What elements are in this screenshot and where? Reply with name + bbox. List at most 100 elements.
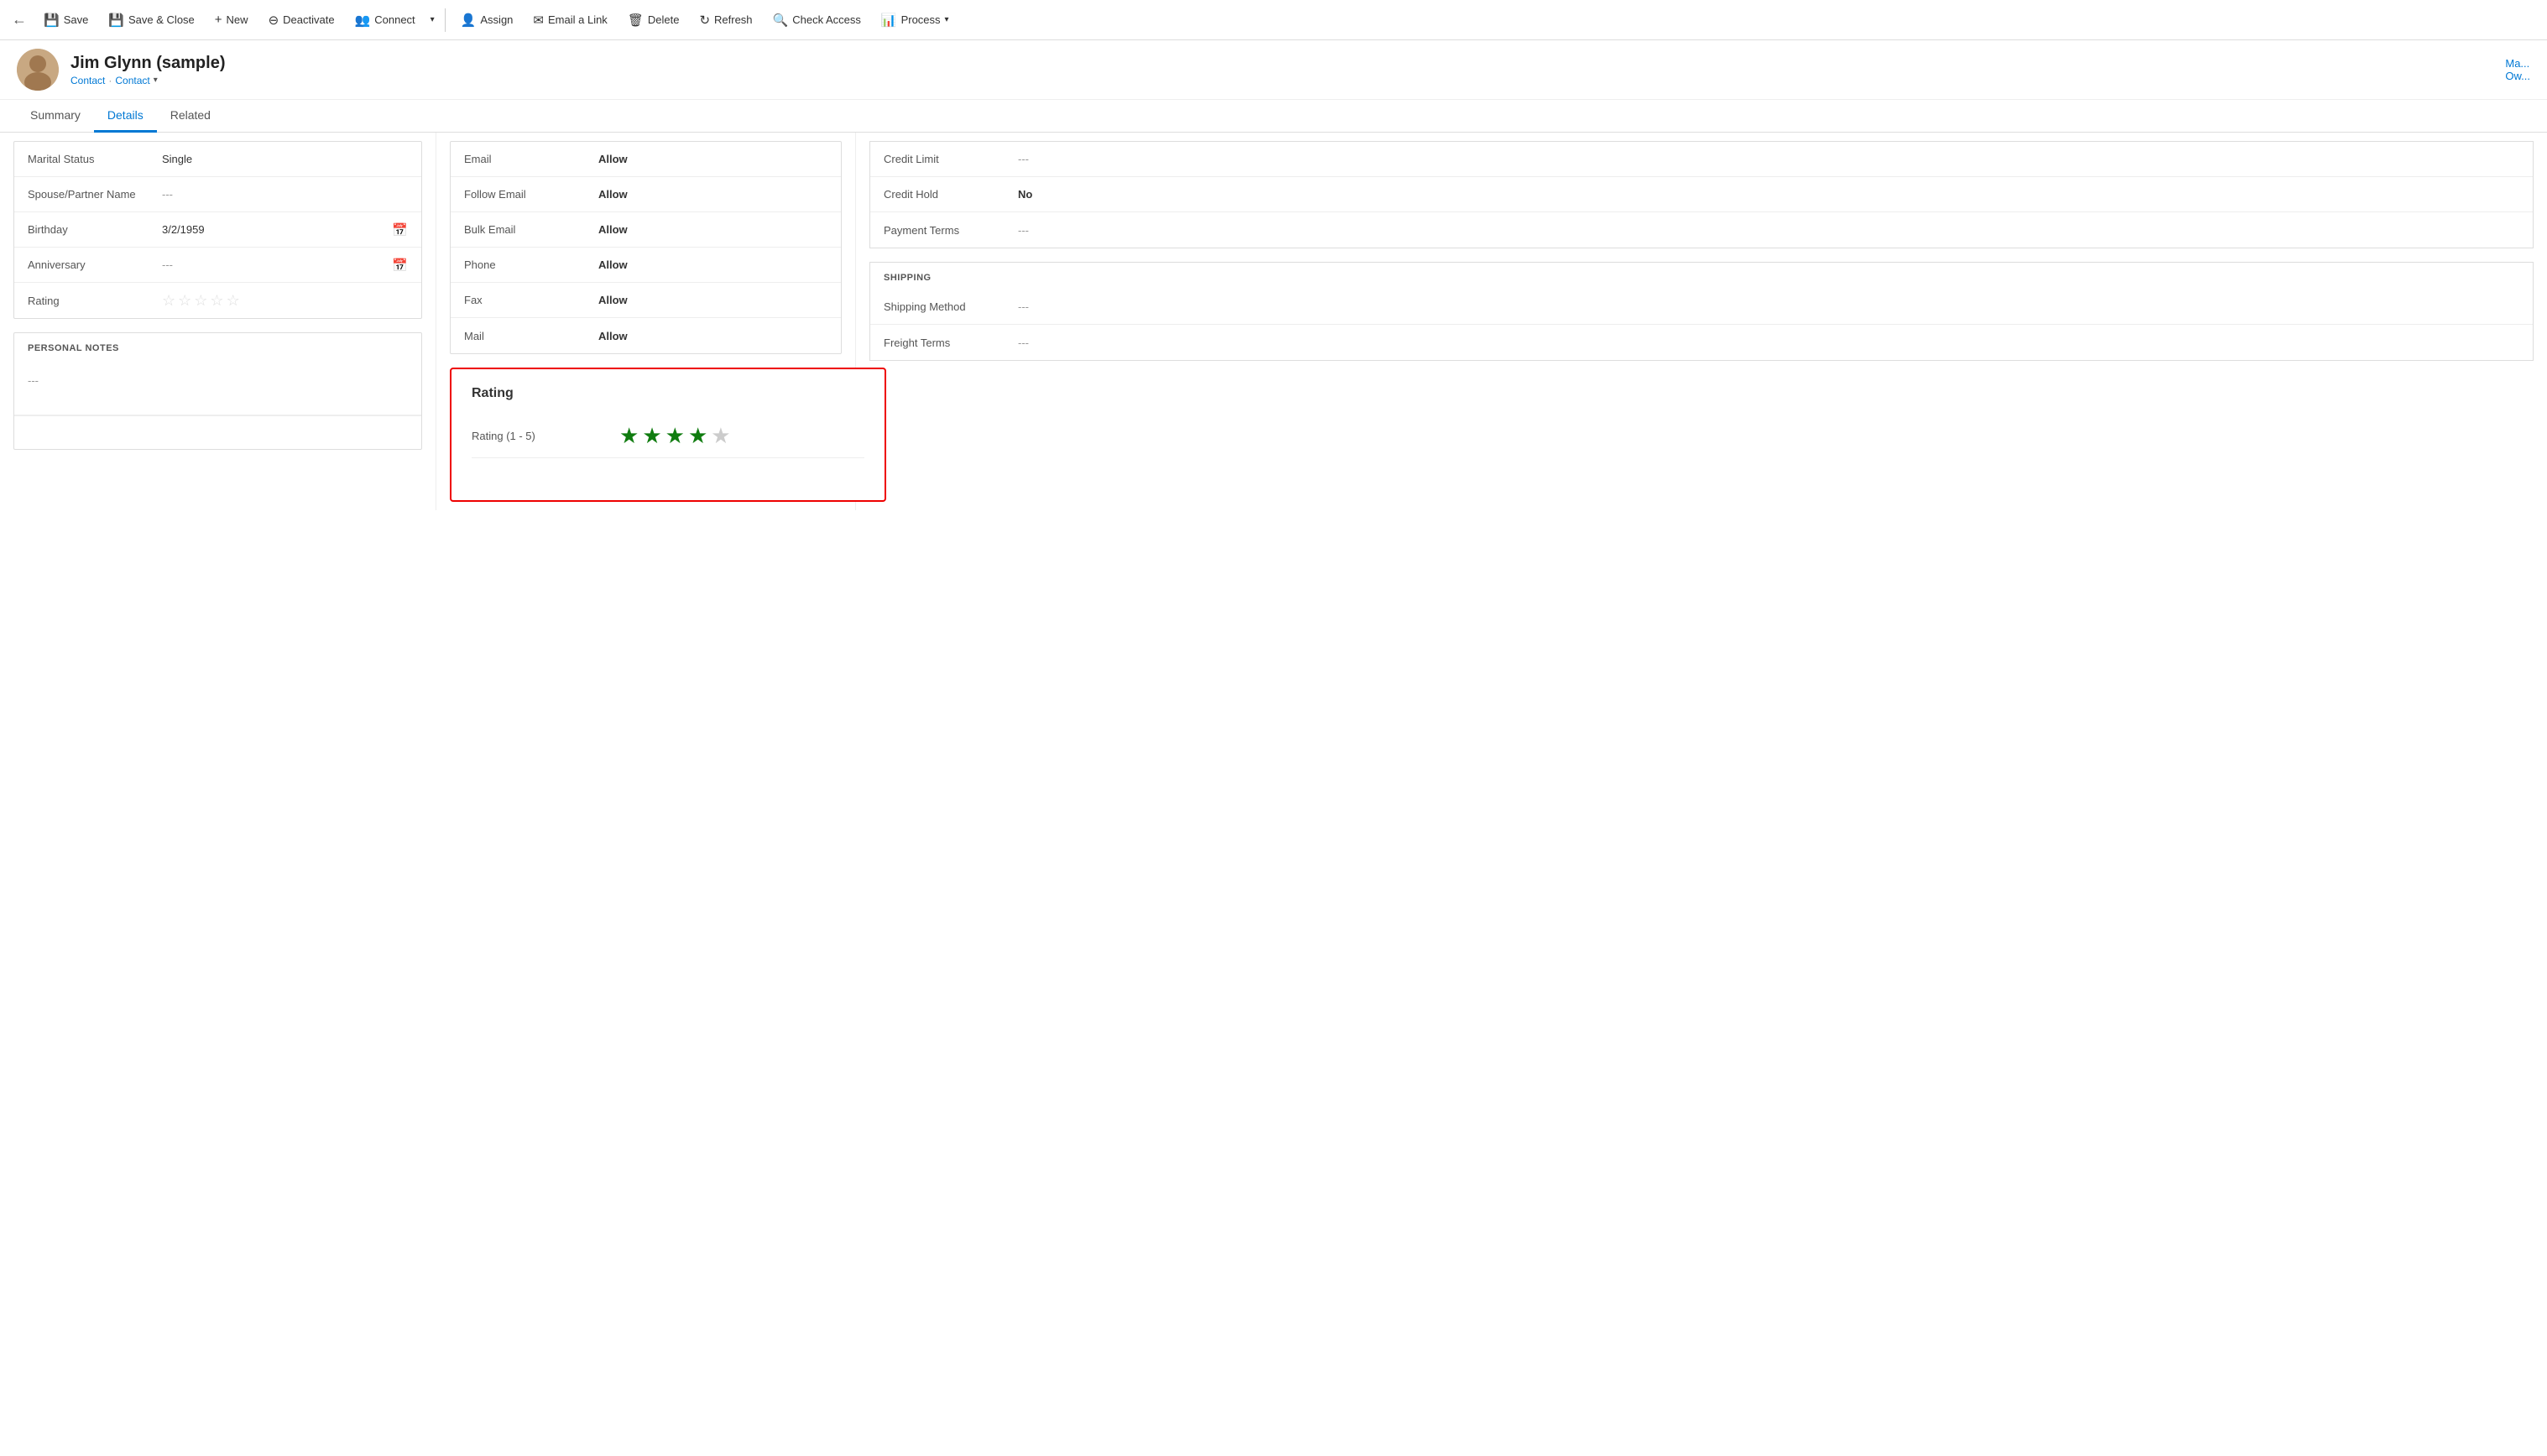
popup-star-5: ★ (711, 423, 730, 449)
check-access-button[interactable]: 🔍 Check Access (765, 8, 869, 33)
right-column: Credit Limit --- Credit Hold No Payment … (856, 133, 2547, 510)
birthday-row: Birthday 3/2/1959 📅 (14, 212, 421, 248)
toolbar-separator (445, 8, 446, 32)
record-name: Jim Glynn (sample) (70, 54, 226, 73)
fax-row: Fax Allow (451, 283, 841, 318)
bulk-email-label: Bulk Email (464, 223, 598, 236)
shipping-method-value[interactable]: --- (1018, 300, 2519, 313)
popup-star-4: ★ (688, 423, 707, 449)
save-icon: 💾 (44, 13, 60, 28)
credit-hold-row: Credit Hold No (870, 177, 2533, 212)
credit-hold-value[interactable]: No (1018, 188, 2519, 201)
star-3: ☆ (194, 292, 207, 310)
shipping-method-row: Shipping Method --- (870, 290, 2533, 325)
record-header: Jim Glynn (sample) Contact · Contact ▾ M… (0, 40, 2547, 100)
check-access-label: Check Access (792, 13, 861, 26)
payment-terms-value[interactable]: --- (1018, 224, 2519, 237)
left-column: Marital Status Single Spouse/Partner Nam… (0, 133, 436, 510)
tab-bar: Summary Details Related (0, 100, 2547, 133)
connect-button[interactable]: 👥 Connect (347, 8, 424, 33)
anniversary-calendar-icon[interactable]: 📅 (392, 258, 408, 273)
billing-card: Credit Limit --- Credit Hold No Payment … (869, 141, 2534, 248)
tab-details[interactable]: Details (94, 100, 157, 133)
email-pref-value[interactable]: Allow (598, 153, 827, 165)
phone-pref-label: Phone (464, 258, 598, 271)
save-label: Save (64, 13, 89, 26)
delete-label: Delete (648, 13, 680, 26)
new-button[interactable]: + New (206, 8, 257, 32)
anniversary-text: --- (162, 258, 173, 271)
spouse-name-value[interactable]: --- (162, 188, 408, 201)
personal-notes-row: --- (14, 360, 421, 415)
breadcrumb-type[interactable]: Contact (70, 75, 105, 86)
star-4: ☆ (210, 292, 223, 310)
phone-pref-row: Phone Allow (451, 248, 841, 283)
assign-button[interactable]: 👤 Assign (452, 8, 522, 33)
mail-value[interactable]: Allow (598, 330, 827, 342)
freight-terms-value[interactable]: --- (1018, 337, 2519, 349)
personal-notes-value[interactable]: --- (28, 368, 408, 407)
rating-stars[interactable]: ☆ ☆ ☆ ☆ ☆ (162, 292, 408, 310)
personal-notes-title: PERSONAL NOTES (14, 333, 421, 360)
connect-chevron-button[interactable]: ▾ (427, 10, 438, 29)
shipping-card: SHIPPING Shipping Method --- Freight Ter… (869, 262, 2534, 361)
email-pref-label: Email (464, 153, 598, 165)
birthday-value[interactable]: 3/2/1959 📅 (162, 222, 408, 237)
avatar (17, 49, 59, 91)
fax-value[interactable]: Allow (598, 294, 827, 306)
personal-info-card: Marital Status Single Spouse/Partner Nam… (13, 141, 422, 319)
freight-terms-label: Freight Terms (884, 337, 1018, 349)
rating-popup-row: Rating (1 - 5) ★ ★ ★ ★ ★ (472, 415, 864, 458)
email-link-button[interactable]: ✉ Email a Link (525, 8, 615, 33)
birthday-calendar-icon[interactable]: 📅 (392, 222, 408, 237)
credit-limit-row: Credit Limit --- (870, 142, 2533, 177)
back-button[interactable]: ← (7, 6, 32, 34)
email-link-icon: ✉ (533, 13, 544, 28)
refresh-button[interactable]: ↻ Refresh (691, 8, 760, 33)
follow-email-value[interactable]: Allow (598, 188, 827, 201)
marital-status-label: Marital Status (28, 153, 162, 165)
credit-limit-value[interactable]: --- (1018, 153, 2519, 165)
process-label: Process (901, 13, 941, 26)
bulk-email-value[interactable]: Allow (598, 223, 827, 236)
bulk-email-row: Bulk Email Allow (451, 212, 841, 248)
tab-related[interactable]: Related (157, 100, 224, 133)
star-2: ☆ (178, 292, 191, 310)
payment-terms-label: Payment Terms (884, 224, 1018, 237)
process-icon: 📊 (881, 13, 897, 28)
chevron-down-icon: ▾ (431, 15, 435, 24)
new-icon: + (215, 13, 222, 27)
follow-email-row: Follow Email Allow (451, 177, 841, 212)
fax-label: Fax (464, 294, 598, 306)
anniversary-value[interactable]: --- 📅 (162, 258, 408, 273)
delete-button[interactable]: 🗑 Delete (619, 8, 688, 33)
mail-row: Mail Allow (451, 318, 841, 353)
record-subtitle: Contact · Contact ▾ (70, 75, 226, 86)
anniversary-row: Anniversary --- 📅 (14, 248, 421, 283)
middle-column: Email Allow Follow Email Allow Bulk Emai… (436, 133, 856, 510)
tab-summary[interactable]: Summary (17, 100, 94, 133)
rating-popup-title: Rating (472, 386, 864, 401)
email-link-label: Email a Link (548, 13, 608, 26)
deactivate-icon: ⊖ (269, 13, 279, 28)
subtitle-chevron-icon[interactable]: ▾ (154, 76, 158, 85)
record-info: Jim Glynn (sample) Contact · Contact ▾ (70, 54, 226, 86)
rating-popup-stars[interactable]: ★ ★ ★ ★ ★ (619, 423, 731, 449)
save-close-icon: 💾 (108, 13, 124, 28)
contact-preferences-card: Email Allow Follow Email Allow Bulk Emai… (450, 141, 842, 354)
deactivate-button[interactable]: ⊖ Deactivate (260, 8, 343, 33)
breadcrumb-category[interactable]: Contact (115, 75, 149, 86)
star-1: ☆ (162, 292, 175, 310)
save-button[interactable]: 💾 Save (35, 8, 97, 33)
subtitle-separator: · (108, 75, 112, 86)
rating-row: Rating ☆ ☆ ☆ ☆ ☆ (14, 283, 421, 318)
process-button[interactable]: 📊 Process ▾ (873, 8, 958, 33)
connect-icon: 👥 (355, 13, 371, 28)
new-label: New (227, 13, 248, 26)
save-close-button[interactable]: 💾 Save & Close (100, 8, 202, 33)
connect-label: Connect (374, 13, 415, 26)
rating-star-group: ☆ ☆ ☆ ☆ ☆ (162, 292, 240, 310)
contact-owner-info: Ma... Ow... (2505, 57, 2530, 82)
phone-pref-value[interactable]: Allow (598, 258, 827, 271)
marital-status-value[interactable]: Single (162, 153, 408, 165)
